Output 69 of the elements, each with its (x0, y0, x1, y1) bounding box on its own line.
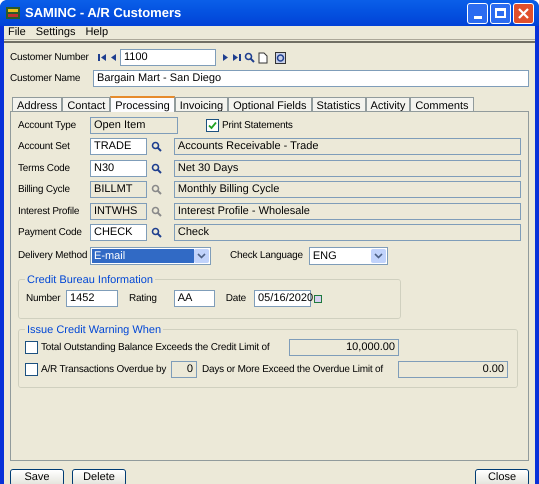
overdue-limit-field[interactable]: 0.00 (398, 360, 508, 378)
field-label: Customer Name (10, 72, 82, 85)
tab[interactable]: Statistics (312, 97, 366, 111)
button[interactable]: Save (10, 469, 64, 484)
checkbox[interactable] (206, 119, 219, 132)
field-label: Terms Code (18, 162, 71, 175)
code-field[interactable]: N30 (90, 160, 147, 177)
menu-item[interactable]: Help (85, 24, 108, 40)
menu-item[interactable]: File (8, 24, 26, 40)
checkbox[interactable] (25, 340, 38, 354)
date-field[interactable]: 05/16/2020 (254, 290, 312, 307)
tab[interactable]: Processing (110, 96, 175, 112)
minimize-button[interactable] (467, 2, 488, 24)
tab[interactable]: Invoicing (174, 97, 228, 111)
account-type-field[interactable]: Open Item (90, 117, 178, 134)
next-icon[interactable] (222, 53, 229, 62)
field-label: Interest Profile (18, 204, 80, 218)
field-label: Days or More Exceed the Overdue Limit of (202, 362, 384, 376)
rating-field[interactable]: AA (174, 290, 215, 307)
field-label: Payment Code (18, 226, 83, 240)
calendar-icon[interactable] (314, 294, 322, 302)
description-field[interactable]: Check (174, 224, 521, 242)
menu-item[interactable]: Settings (36, 24, 76, 40)
field-label: Customer Number (10, 51, 90, 64)
window-title: SAMINC - A/R Customers (25, 4, 182, 22)
last-record-icon[interactable] (232, 53, 241, 62)
first-record-icon[interactable] (98, 53, 107, 62)
tab[interactable]: Optional Fields (228, 97, 312, 111)
field-label: Delivery Method (18, 249, 88, 262)
dropdown[interactable]: E-mail (90, 246, 211, 264)
field-label: Print Statements (222, 119, 293, 132)
previous-icon[interactable] (110, 53, 117, 62)
overdue-days-field[interactable]: 0 (171, 360, 197, 378)
field-label: Account Set (18, 140, 71, 154)
button[interactable]: Close (475, 469, 529, 484)
tab[interactable]: Address (12, 97, 62, 111)
close-button[interactable] (513, 2, 534, 24)
field-label: Number (26, 292, 62, 305)
close-icon[interactable] (518, 8, 529, 18)
code-field[interactable]: TRADE (90, 138, 147, 156)
field-label: Billing Cycle (18, 183, 71, 196)
checkbox[interactable] (25, 362, 38, 376)
field-label: Account Type (18, 119, 78, 132)
code-field[interactable]: CHECK (90, 224, 147, 242)
button[interactable]: Delete (72, 469, 126, 484)
search-icon[interactable] (150, 162, 162, 174)
tab[interactable]: Activity (366, 97, 410, 111)
app-icon (5, 5, 21, 21)
field-label: Rating (129, 292, 157, 305)
field-label: A/R Transactions Overdue by (41, 362, 168, 376)
maximize-button[interactable] (490, 2, 511, 24)
field-label: Total Outstanding Balance Exceeds the Credit Limit of (41, 340, 271, 354)
dropdown[interactable]: ENG (308, 246, 388, 264)
field-label: Date (226, 292, 246, 305)
tab[interactable]: Comments (410, 97, 474, 111)
field-label: Check Language (230, 249, 303, 262)
customer-number-field[interactable]: 1100 (120, 49, 216, 66)
search-icon[interactable] (150, 141, 162, 152)
credit-limit-field[interactable]: 10,000.00 (289, 338, 399, 356)
customer-name-field[interactable]: Bargain Mart - San Diego (93, 70, 529, 87)
tab[interactable]: Contact (62, 97, 110, 111)
description-field[interactable]: Accounts Receivable - Trade (174, 138, 521, 156)
chevron-down-icon[interactable] (194, 248, 209, 262)
description-field[interactable]: Net 30 Days (174, 160, 521, 177)
new-document-icon[interactable] (258, 52, 268, 64)
number-field[interactable]: 1452 (66, 290, 118, 307)
search-icon[interactable] (244, 52, 255, 63)
chevron-down-icon[interactable] (370, 248, 386, 262)
search-icon[interactable] (150, 227, 162, 238)
